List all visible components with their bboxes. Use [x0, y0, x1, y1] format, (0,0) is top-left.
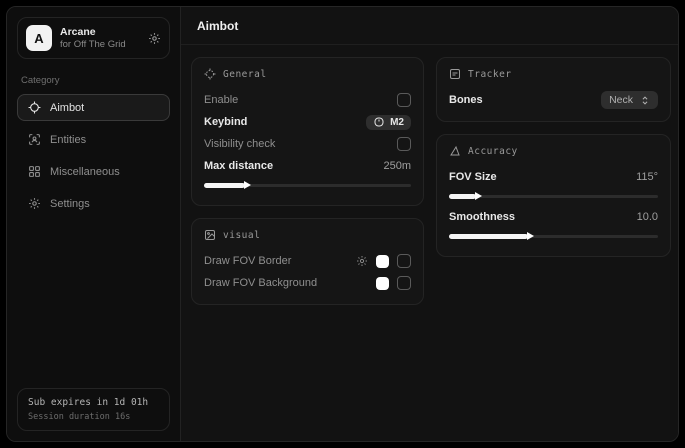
brand-name: Arcane — [60, 26, 140, 39]
angle-icon — [449, 145, 461, 157]
sub-expires-text: Sub expires in 1d 01h — [28, 397, 159, 408]
bones-row: Bones Neck — [449, 89, 658, 111]
bones-select[interactable]: Neck — [601, 91, 658, 109]
max-distance-label: Max distance — [204, 160, 273, 172]
keybind-row: Keybind M2 — [204, 111, 411, 133]
tracker-card: Tracker Bones Neck — [436, 57, 671, 122]
smoothness-value: 10.0 — [637, 211, 658, 223]
card-title: General — [223, 69, 267, 80]
fov-size-label: FOV Size — [449, 171, 497, 183]
slider-thumb[interactable] — [204, 183, 245, 188]
max-distance-value: 250m — [383, 160, 411, 172]
grid-icon — [28, 165, 41, 178]
visibility-check-checkbox[interactable] — [397, 137, 411, 151]
smoothness-label: Smoothness — [449, 211, 515, 223]
card-title: visual — [223, 230, 260, 241]
image-icon — [204, 229, 216, 241]
accuracy-card: Accuracy FOV Size 115° Smoothness 10.0 — [436, 134, 671, 257]
draw-fov-background-row: Draw FOV Background — [204, 272, 411, 294]
category-label: Category — [21, 75, 166, 86]
person-scan-icon — [28, 133, 41, 146]
bones-selected-value: Neck — [609, 94, 633, 106]
enable-label: Enable — [204, 94, 238, 106]
draw-fov-border-label: Draw FOV Border — [204, 255, 291, 267]
sidebar-item-entities[interactable]: Entities — [17, 126, 170, 153]
brand-subtitle: for Off The Grid — [60, 39, 140, 51]
mouse-icon — [373, 117, 385, 127]
crosshair-icon — [204, 68, 216, 80]
content-area: General Enable Keybind — [181, 45, 679, 317]
fov-size-slider[interactable] — [449, 190, 658, 202]
slider-thumb[interactable] — [449, 234, 528, 239]
sidebar: A Arcane for Off The Grid Category Aimbo… — [7, 7, 181, 441]
sidebar-item-label: Aimbot — [50, 102, 84, 114]
draw-fov-border-checkbox[interactable] — [397, 254, 411, 268]
fov-size-row: FOV Size 115° — [449, 166, 658, 188]
card-title: Accuracy — [468, 146, 518, 157]
sidebar-item-label: Miscellaneous — [50, 166, 120, 178]
keybind-badge[interactable]: M2 — [366, 115, 411, 130]
chevron-up-down-icon — [640, 95, 650, 106]
smoothness-slider[interactable] — [449, 230, 658, 242]
session-duration-text: Session duration 16s — [28, 412, 159, 422]
general-card: General Enable Keybind — [191, 57, 424, 206]
draw-fov-background-label: Draw FOV Background — [204, 277, 317, 289]
enable-row: Enable — [204, 89, 411, 111]
sidebar-item-label: Settings — [50, 198, 90, 210]
tracker-icon — [449, 68, 461, 80]
main-header: Aimbot — [181, 7, 679, 45]
draw-fov-border-row: Draw FOV Border — [204, 250, 411, 272]
fov-border-color-swatch[interactable] — [376, 255, 389, 268]
draw-fov-background-checkbox[interactable] — [397, 276, 411, 290]
gear-icon[interactable] — [356, 255, 368, 267]
brand-card: A Arcane for Off The Grid — [17, 17, 170, 59]
smoothness-row: Smoothness 10.0 — [449, 206, 658, 228]
visibility-check-label: Visibility check — [204, 138, 275, 150]
sidebar-item-miscellaneous[interactable]: Miscellaneous — [17, 158, 170, 185]
page-title: Aimbot — [197, 19, 663, 33]
visual-card: visual Draw FOV Border — [191, 218, 424, 305]
card-title: Tracker — [468, 69, 512, 80]
fov-size-value: 115° — [636, 171, 658, 183]
fov-background-color-swatch[interactable] — [376, 277, 389, 290]
max-distance-slider[interactable] — [204, 179, 411, 191]
sidebar-item-settings[interactable]: Settings — [17, 190, 170, 217]
sidebar-item-aimbot[interactable]: Aimbot — [17, 94, 170, 121]
crosshair-icon — [28, 101, 41, 114]
keybind-label: Keybind — [204, 116, 247, 128]
max-distance-row: Max distance 250m — [204, 155, 411, 177]
sidebar-item-label: Entities — [50, 134, 86, 146]
app-window: A Arcane for Off The Grid Category Aimbo… — [6, 6, 679, 442]
keybind-value: M2 — [390, 117, 404, 128]
visibility-check-row: Visibility check — [204, 133, 411, 155]
bones-label: Bones — [449, 94, 483, 106]
slider-thumb[interactable] — [449, 194, 476, 199]
brand-logo: A — [26, 25, 52, 51]
subscription-box: Sub expires in 1d 01h Session duration 1… — [17, 388, 170, 431]
main-panel: Aimbot General Enable — [181, 7, 679, 441]
gear-icon[interactable] — [148, 32, 161, 45]
enable-checkbox[interactable] — [397, 93, 411, 107]
gear-icon — [28, 197, 41, 210]
